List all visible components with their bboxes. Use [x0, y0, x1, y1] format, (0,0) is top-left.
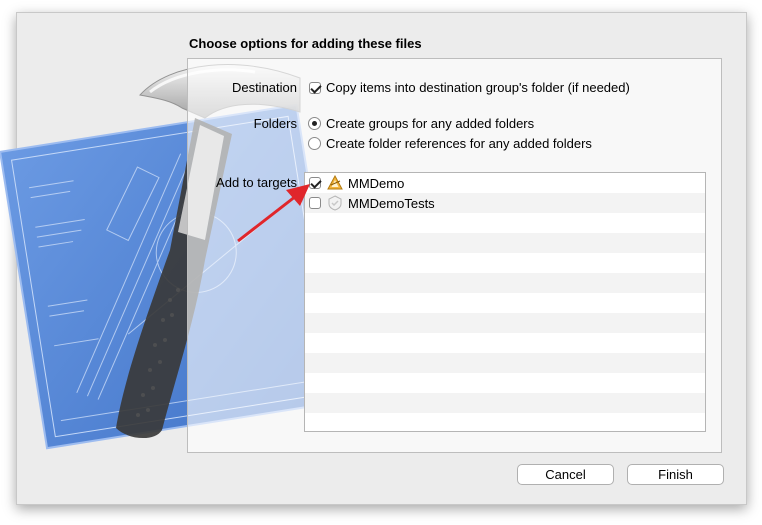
mmdemo-label: MMDemo — [348, 175, 405, 191]
targets-list[interactable]: MMDemo MMDemoTests — [304, 172, 706, 432]
dialog-title: Choose options for adding these files — [189, 36, 422, 51]
list-row-empty — [305, 313, 705, 333]
create-groups-label: Create groups for any added folders — [326, 116, 535, 131]
copy-items-option[interactable]: Copy items into destination group's fold… — [309, 80, 630, 95]
target-row-mmdemotests[interactable]: MMDemoTests — [305, 193, 705, 213]
create-groups-radio[interactable] — [308, 117, 321, 130]
mmdemotests-checkbox[interactable] — [309, 197, 321, 209]
create-folder-references-radio[interactable] — [308, 137, 321, 150]
mmdemo-checkbox[interactable] — [309, 177, 321, 189]
list-row-empty — [305, 413, 705, 431]
test-target-icon — [328, 195, 342, 211]
list-row-empty — [305, 333, 705, 353]
list-row-empty — [305, 213, 705, 233]
list-row-empty — [305, 293, 705, 313]
folders-label: Folders — [253, 116, 297, 131]
copy-items-label: Copy items into destination group's fold… — [326, 80, 630, 95]
list-row-empty — [305, 393, 705, 413]
app-target-icon — [327, 175, 343, 190]
create-groups-option[interactable]: Create groups for any added folders — [308, 116, 534, 131]
finish-button[interactable]: Finish — [627, 464, 724, 485]
list-row-empty — [305, 353, 705, 373]
destination-label: Destination — [231, 80, 297, 95]
target-row-mmdemo[interactable]: MMDemo — [305, 173, 705, 193]
cancel-button[interactable]: Cancel — [517, 464, 614, 485]
add-to-targets-label: Add to targets — [216, 175, 297, 190]
list-row-empty — [305, 273, 705, 293]
mmdemotests-label: MMDemoTests — [348, 195, 435, 211]
list-row-empty — [305, 233, 705, 253]
list-row-empty — [305, 373, 705, 393]
create-folder-references-option[interactable]: Create folder references for any added f… — [308, 136, 592, 151]
list-row-empty — [305, 253, 705, 273]
copy-items-checkbox[interactable] — [309, 81, 321, 94]
create-folder-references-label: Create folder references for any added f… — [326, 136, 592, 151]
